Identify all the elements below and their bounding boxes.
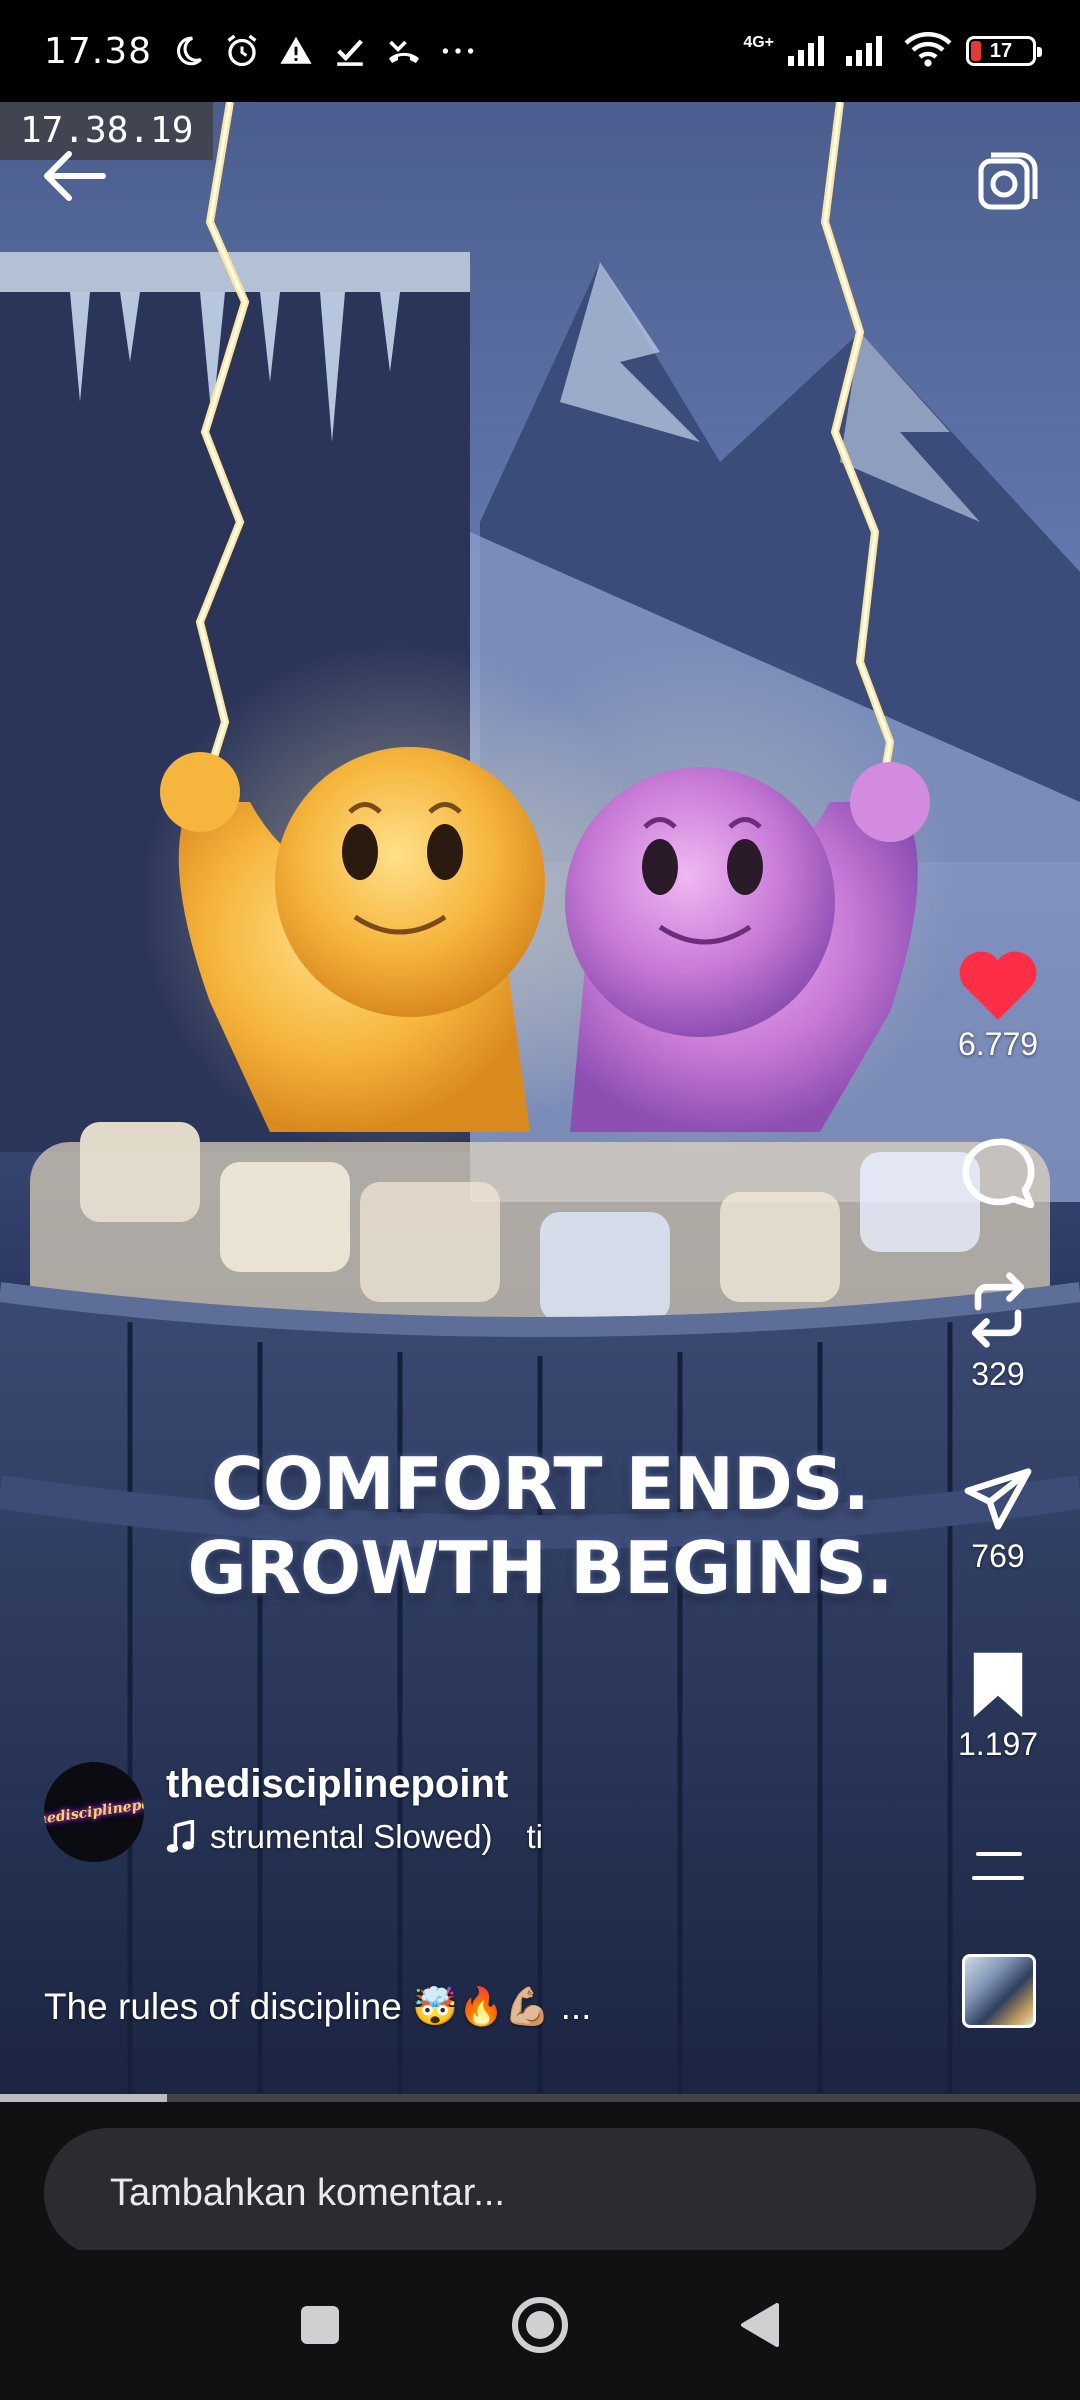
comment-button[interactable] xyxy=(918,1136,1078,1208)
save-button[interactable]: 1.197 xyxy=(918,1650,1078,1763)
battery-level-text: 17 xyxy=(989,39,1013,62)
comment-bubble-icon xyxy=(962,1138,1035,1208)
share-count: 769 xyxy=(971,1538,1025,1574)
video-player[interactable]: 17.38.19 COMFORT ENDS. GROWTH BEGINS. 6.… xyxy=(0,102,1080,2100)
username[interactable]: thedisciplinepoint xyxy=(166,1762,508,1807)
playback-progress-bar[interactable] xyxy=(0,2094,1080,2102)
share-button[interactable]: 769 xyxy=(918,1466,1078,1575)
home-circle-icon xyxy=(512,2297,568,2353)
system-navigation-bar xyxy=(0,2250,1080,2400)
paper-plane-icon xyxy=(964,1468,1032,1530)
check-icon xyxy=(332,33,368,69)
music-note-icon xyxy=(166,1820,195,1853)
back-nav-button[interactable] xyxy=(720,2285,800,2365)
signal-icon xyxy=(788,32,832,71)
camera-icon xyxy=(978,152,1038,210)
arrow-left-icon xyxy=(44,151,106,201)
moon-icon xyxy=(170,33,206,69)
alarm-icon xyxy=(224,33,260,69)
heart-icon xyxy=(959,951,1037,1020)
like-button[interactable]: 6.779 xyxy=(918,948,1078,1063)
music-artist: ti xyxy=(526,1818,543,1855)
comment-area: Tambahkan komentar... xyxy=(0,2102,1080,2258)
square-icon xyxy=(301,2306,339,2344)
status-bar: 17.38 4G+ 17 xyxy=(0,0,1080,102)
music-title: strumental Slowed) xyxy=(210,1818,493,1855)
camera-button[interactable] xyxy=(970,144,1046,220)
missed-call-icon xyxy=(386,33,422,69)
back-button[interactable] xyxy=(34,144,114,208)
music-disc-thumbnail[interactable] xyxy=(962,1954,1036,2028)
recent-apps-button[interactable] xyxy=(280,2285,360,2365)
network-type-label: 4G+ xyxy=(743,34,774,51)
repost-button[interactable]: 329 xyxy=(918,1270,1078,1393)
menu-lines-icon xyxy=(972,1852,1024,1880)
playback-progress-fill xyxy=(0,2094,168,2102)
avatar[interactable]: @thedisciplinepoint xyxy=(44,1762,144,1862)
repost-icon xyxy=(971,1272,1025,1348)
battery-icon: 17 xyxy=(966,36,1042,66)
like-count: 6.779 xyxy=(957,1026,1039,1062)
post-description[interactable]: The rules of discipline 🤯🔥💪🏼 ... xyxy=(44,1986,591,2029)
warning-icon xyxy=(278,33,314,69)
comment-input[interactable]: Tambahkan komentar... xyxy=(44,2128,1036,2258)
comment-placeholder: Tambahkan komentar... xyxy=(110,2171,505,2214)
home-button[interactable] xyxy=(500,2285,580,2365)
repost-count: 329 xyxy=(971,1356,1025,1392)
status-time: 17.38 xyxy=(44,30,153,72)
bookmark-icon xyxy=(973,1652,1023,1718)
save-count: 1.197 xyxy=(957,1726,1039,1762)
back-triangle-icon xyxy=(741,2303,779,2347)
more-dots-icon xyxy=(440,33,476,69)
music-info[interactable]: strumental Slowed) ti xyxy=(166,1818,543,1856)
video-frame-illustration xyxy=(0,102,1080,2100)
avatar-logo-text: @thedisciplinepoint xyxy=(44,1793,144,1831)
signal-icon xyxy=(846,32,890,71)
wifi-icon xyxy=(904,31,952,72)
menu-button[interactable] xyxy=(918,1848,1078,1884)
